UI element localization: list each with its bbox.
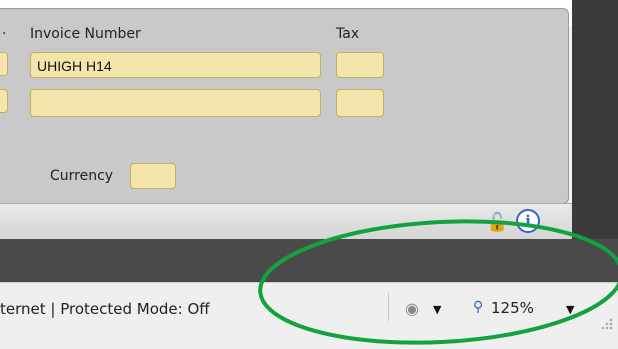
left-field-stub-1[interactable] bbox=[0, 52, 8, 76]
info-icon[interactable]: i bbox=[516, 209, 540, 233]
tax-label: Tax bbox=[336, 26, 360, 42]
resize-grip-icon[interactable] bbox=[596, 313, 614, 331]
tax-field[interactable] bbox=[336, 52, 384, 78]
status-separator bbox=[388, 293, 389, 321]
zoom-chevron-down-icon[interactable]: ▼ bbox=[566, 303, 574, 316]
dark-band bbox=[0, 239, 618, 282]
currency-label: Currency bbox=[50, 168, 114, 184]
lock-icon[interactable]: 🔓 bbox=[486, 214, 508, 232]
chevron-down-icon[interactable]: ▼ bbox=[433, 303, 441, 316]
zoom-icon[interactable]: ⚲ bbox=[473, 299, 483, 315]
invoice-number-label: Invoice Number bbox=[30, 26, 141, 42]
invoice-number-field-2[interactable] bbox=[30, 89, 321, 117]
security-zone-text: ternet | Protected Mode: Off bbox=[0, 300, 210, 318]
truncated-label-edge: · bbox=[2, 26, 7, 42]
browser-status-bar: ternet | Protected Mode: Off ◉ ▼ ⚲ 125% … bbox=[0, 282, 618, 349]
form-toolbar: 🔓 i bbox=[0, 203, 572, 240]
currency-field[interactable] bbox=[130, 163, 176, 189]
left-field-stub-2[interactable] bbox=[0, 89, 8, 113]
zoom-level[interactable]: 125% bbox=[491, 299, 534, 317]
network-icon[interactable]: ◉ bbox=[405, 299, 419, 318]
invoice-number-field[interactable]: UHIGH H14 bbox=[30, 52, 321, 78]
tax-field-2[interactable] bbox=[336, 89, 384, 117]
